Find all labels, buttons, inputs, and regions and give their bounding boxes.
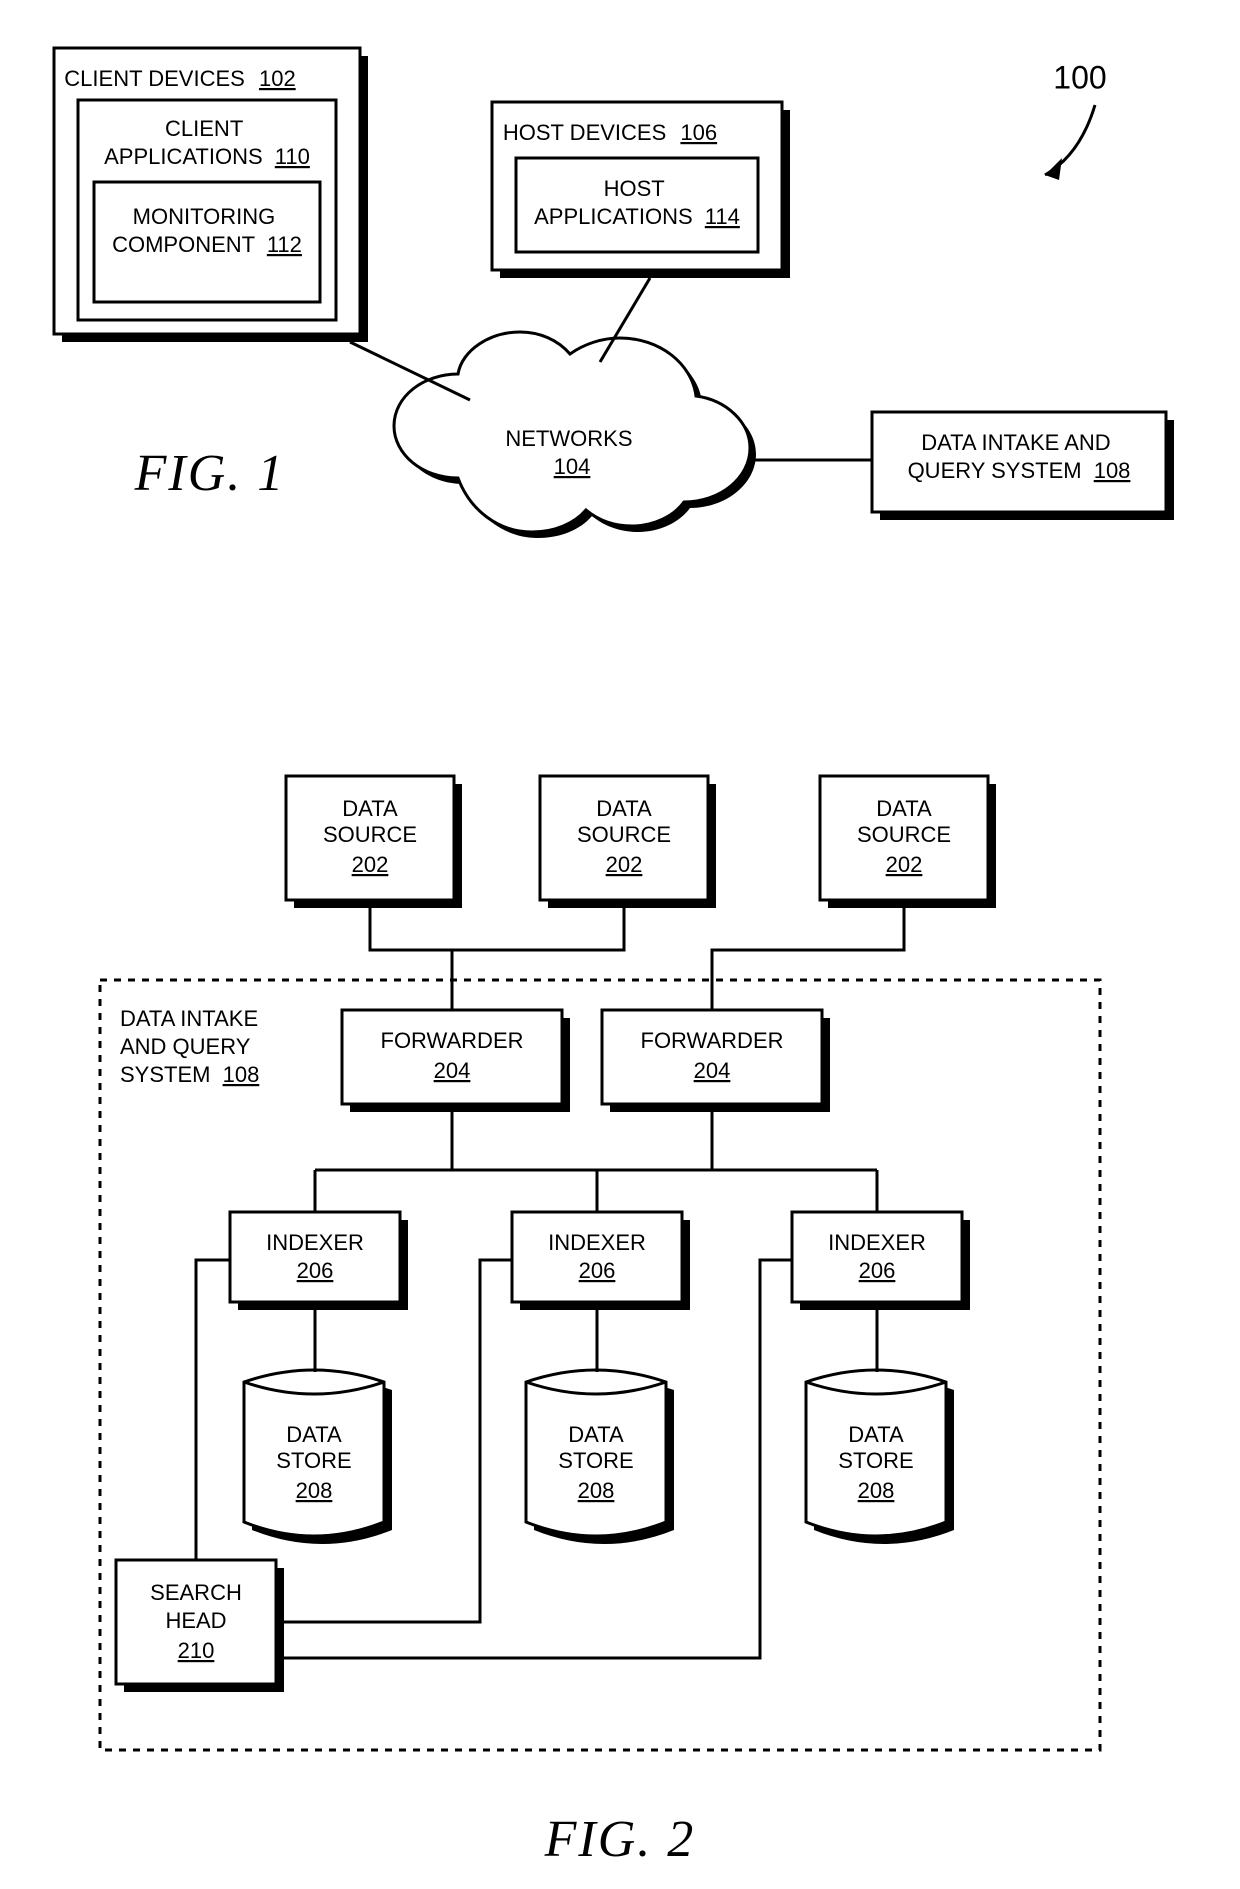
fig1-caption: FIG. 1 (134, 445, 286, 502)
forwarder-2: FORWARDER204 (602, 1010, 830, 1112)
fig2-caption: FIG. 2 (544, 1811, 696, 1868)
indexer-3: INDEXER206 (792, 1212, 970, 1310)
data-store-1: DATASTORE208 (244, 1370, 392, 1544)
data-store-3: DATASTORE208 (806, 1370, 954, 1544)
host-devices-label: HOST DEVICES 106 (503, 120, 717, 145)
forwarder-1: FORWARDER204 (342, 1010, 570, 1112)
conn-ds3-fwd2 (712, 908, 904, 1010)
conn-ds2-fwd1 (452, 908, 624, 950)
fig1-arrow-arc (1045, 105, 1095, 175)
search-head: SEARCHHEAD210 (116, 1560, 284, 1692)
indexer-2: INDEXER206 (512, 1212, 690, 1310)
fig1-arrowhead (1045, 158, 1062, 180)
conn-ds1-fwd1 (370, 908, 452, 1010)
fig1-number: 100 (1053, 59, 1106, 95)
diagram-root: 100 CLIENT DEVICES 102 CLIENT APPLICATIO… (0, 0, 1240, 1889)
data-source-3: DATASOURCE202 (820, 776, 996, 908)
indexer-1: INDEXER206 (230, 1212, 408, 1310)
system-label: DATA INTAKE AND QUERY SYSTEM 108 (120, 1006, 264, 1087)
data-store-2: DATASTORE208 (526, 1370, 674, 1544)
data-source-1: DATASOURCE202 (286, 776, 462, 908)
client-devices-label: CLIENT DEVICES 102 (64, 66, 295, 91)
data-source-2: DATASOURCE202 (540, 776, 716, 908)
